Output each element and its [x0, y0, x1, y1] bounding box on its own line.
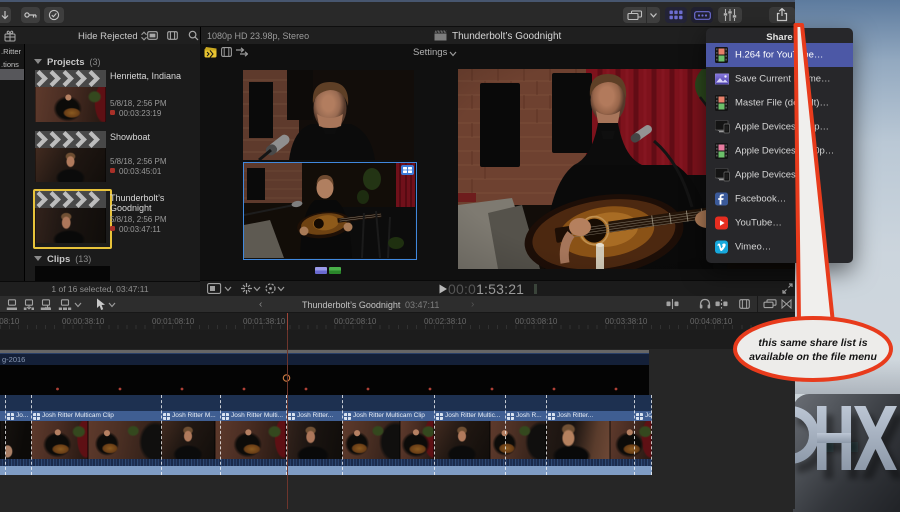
svg-text:this same share list is: this same share list is — [758, 337, 867, 349]
svg-text:available on the file menu: available on the file menu — [749, 351, 877, 363]
